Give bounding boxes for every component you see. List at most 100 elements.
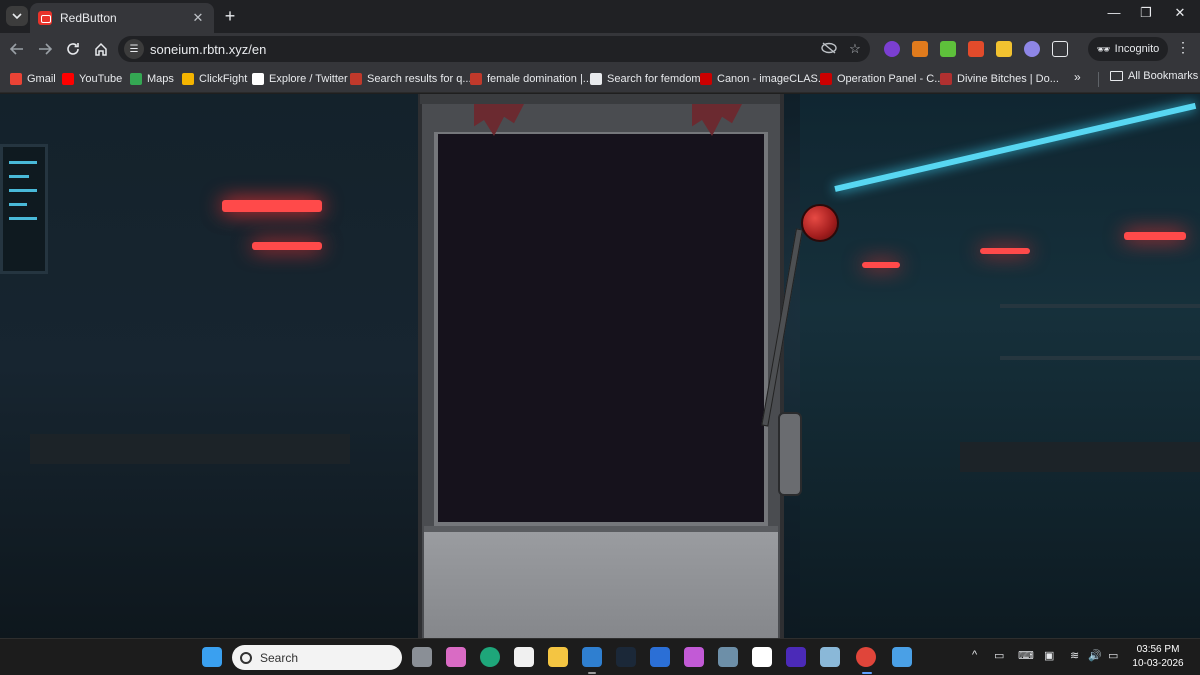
tab-title: RedButton [60,11,117,25]
chrome-icon[interactable] [856,647,876,667]
bookmark-operation-panel[interactable]: Operation Panel - C... [820,70,943,88]
bookmark-star-icon[interactable]: ☆ [844,41,866,57]
taskbar-clock[interactable]: 03:56 PM 10-03-2026 [1132,643,1184,671]
slot-machine-screen[interactable] [438,134,764,522]
youtube-icon [62,73,74,85]
bookmark-label: female domination |... [487,73,592,85]
calculator-icon[interactable] [718,647,738,667]
bookmark-label: Canon - imageCLAS... [717,73,828,85]
figure-icon [590,73,602,85]
wall-monitor [0,144,48,274]
close-window-button[interactable]: ✕ [1170,5,1190,21]
keyboard-icon[interactable]: ⌨ [1018,649,1034,662]
bookmark-gmail[interactable]: Gmail [10,70,56,88]
extension-orange-icon[interactable] [912,41,928,57]
file-explorer-icon[interactable] [548,647,568,667]
tab-close-button[interactable]: ✕ [190,10,206,26]
red-lamp [1124,232,1186,240]
windows-taskbar: Search ^ ▭ ⌨ ▣ ≋ 🔊 ▭ 03:56 PM 10-03-2026 [0,638,1200,675]
arrow-right-icon [39,43,52,55]
bookmark-label: YouTube [79,73,123,85]
amazon-music-icon[interactable] [786,647,806,667]
bookmark-label: Gmail [27,73,56,85]
bookmark-search-results[interactable]: Search results for q... [350,70,472,88]
bookmarks-divider [1098,72,1099,87]
steam-icon[interactable] [616,647,636,667]
store-icon[interactable] [514,647,534,667]
volume-icon[interactable]: 🔊 [1088,649,1102,662]
site-info-icon[interactable]: ☰ [124,39,144,59]
bookmark-clickfight[interactable]: ClickFight [182,70,247,88]
bookmark-label: Operation Panel - C... [837,73,944,85]
incognito-badge[interactable]: 🕶 Incognito [1088,37,1168,61]
chevron-down-icon [12,13,22,20]
notepad-icon[interactable] [892,647,912,667]
divine-icon [940,73,952,85]
incognito-icon: 🕶 [1096,43,1111,56]
windows-start-icon[interactable] [202,647,222,667]
tray-overflow-button[interactable]: ^ [972,649,977,661]
browser-toolbar: ☰ soneium.rbtn.xyz/en ☆ 🕶 Incognito ⋮ [0,33,1200,65]
bolt-icon[interactable] [650,647,670,667]
bookmarks-overflow-button[interactable]: » [1074,70,1081,84]
red-lamp [862,262,900,268]
all-bookmarks-label: All Bookmarks [1128,70,1199,82]
taskbar-search[interactable]: Search [232,645,402,670]
extensions-puzzle-icon[interactable] [1052,41,1068,57]
capcut-icon[interactable] [752,647,772,667]
clickfight-icon [182,73,194,85]
bookmark-divine[interactable]: Divine Bitches | Do... [940,70,1059,88]
slot-machine-base [424,526,778,638]
photos-icon[interactable] [582,647,602,667]
bookmark-twitter[interactable]: Explore / Twitter [252,70,348,88]
red-lamp [980,248,1030,254]
url-text[interactable]: soneium.rbtn.xyz/en [150,42,818,57]
browser-menu-button[interactable]: ⋮ [1176,39,1190,56]
bookmark-label: Search results for q... [367,73,472,85]
tab-redbutton[interactable]: RedButton ✕ [30,3,214,33]
bookmark-search-femdom[interactable]: Search for femdom [590,70,701,88]
restore-button[interactable]: ❐ [1136,5,1156,21]
wifi-icon[interactable]: ≋ [1070,649,1079,662]
bar-table [960,442,1200,472]
home-button[interactable] [90,38,112,60]
address-bar[interactable]: ☰ soneium.rbtn.xyz/en ☆ [118,36,870,62]
new-tab-button[interactable]: + [220,6,240,26]
tray-chat-icon[interactable]: ▭ [994,649,1004,662]
m365-icon[interactable] [684,647,704,667]
extension-fox-icon[interactable] [968,41,984,57]
back-button[interactable] [6,38,28,60]
arrow-left-icon [10,43,23,55]
bookmark-maps[interactable]: Maps [130,70,174,88]
lever-knob[interactable] [801,204,839,242]
bookmark-youtube[interactable]: YouTube [62,70,122,88]
bookmark-female-domination[interactable]: female domination |... [470,70,592,88]
search-placeholder: Search [260,650,299,665]
battery-icon[interactable]: ▭ [1108,649,1118,662]
bar-table [30,434,350,464]
reload-button[interactable] [62,38,84,60]
bar-shelf [1000,304,1200,308]
extension-green-icon[interactable] [940,41,956,57]
bookmark-canon-imageclass[interactable]: Canon - imageCLAS... [700,70,827,88]
tab-search-button[interactable] [6,6,28,26]
forward-button[interactable] [34,38,56,60]
extension-yellow-icon[interactable] [996,41,1012,57]
incognito-label: Incognito [1114,43,1160,55]
bookmark-label: Maps [147,73,174,85]
tray-window-icon[interactable]: ▣ [1044,649,1054,662]
eye-off-icon[interactable] [818,41,840,57]
extension-purple-icon[interactable] [884,41,900,57]
bookmarks-bar: Gmail YouTube Maps ClickFight Explore / … [0,65,1200,93]
notes-icon[interactable] [820,647,840,667]
f95-icon [470,73,482,85]
edge-icon[interactable] [480,647,500,667]
all-bookmarks-button[interactable]: All Bookmarks [1110,70,1198,82]
copilot-icon[interactable] [446,647,466,667]
lever-base [778,412,802,496]
minimize-button[interactable]: — [1104,5,1124,20]
extension-profile-icon[interactable] [1024,41,1040,57]
task-view-icon[interactable] [412,647,432,667]
maps-icon [130,73,142,85]
bookmark-label: Search for femdom [607,73,701,85]
